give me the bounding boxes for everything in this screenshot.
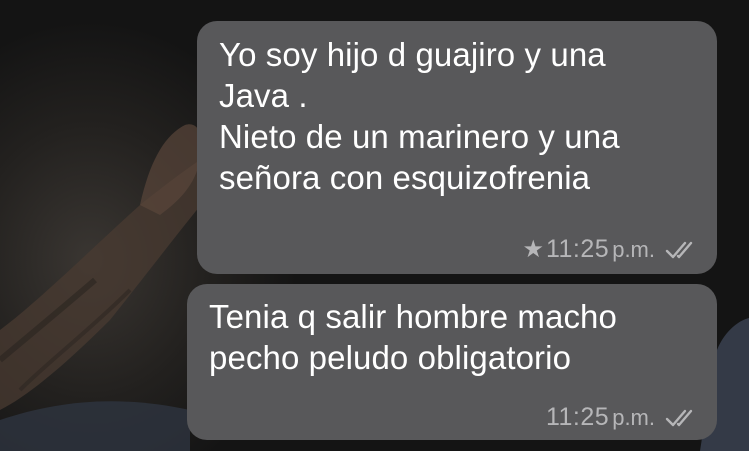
message-bubble[interactable]: Yo soy hijo d guajiro y una Java . Nieto…: [197, 21, 717, 274]
message-time-suffix: p.m.: [612, 236, 655, 262]
double-check-icon: [665, 409, 693, 426]
message-text: Tenia q salir hombre macho pecho peludo …: [209, 298, 617, 376]
message-meta: ★ 11:25 p.m.: [522, 235, 695, 264]
double-check-icon: [665, 241, 693, 258]
message-time: 11:25: [545, 403, 610, 431]
chat-view: Yo soy hijo d guajiro y una Java . Nieto…: [0, 0, 749, 451]
star-icon: ★: [522, 235, 544, 263]
message-bubble[interactable]: Tenia q salir hombre macho pecho peludo …: [187, 284, 717, 440]
message-time-suffix: p.m.: [612, 404, 655, 430]
message-text: Yo soy hijo d guajiro y una Java . Nieto…: [219, 36, 620, 196]
message-meta: 11:25 p.m.: [546, 403, 695, 432]
message-time: 11:25: [545, 235, 610, 263]
